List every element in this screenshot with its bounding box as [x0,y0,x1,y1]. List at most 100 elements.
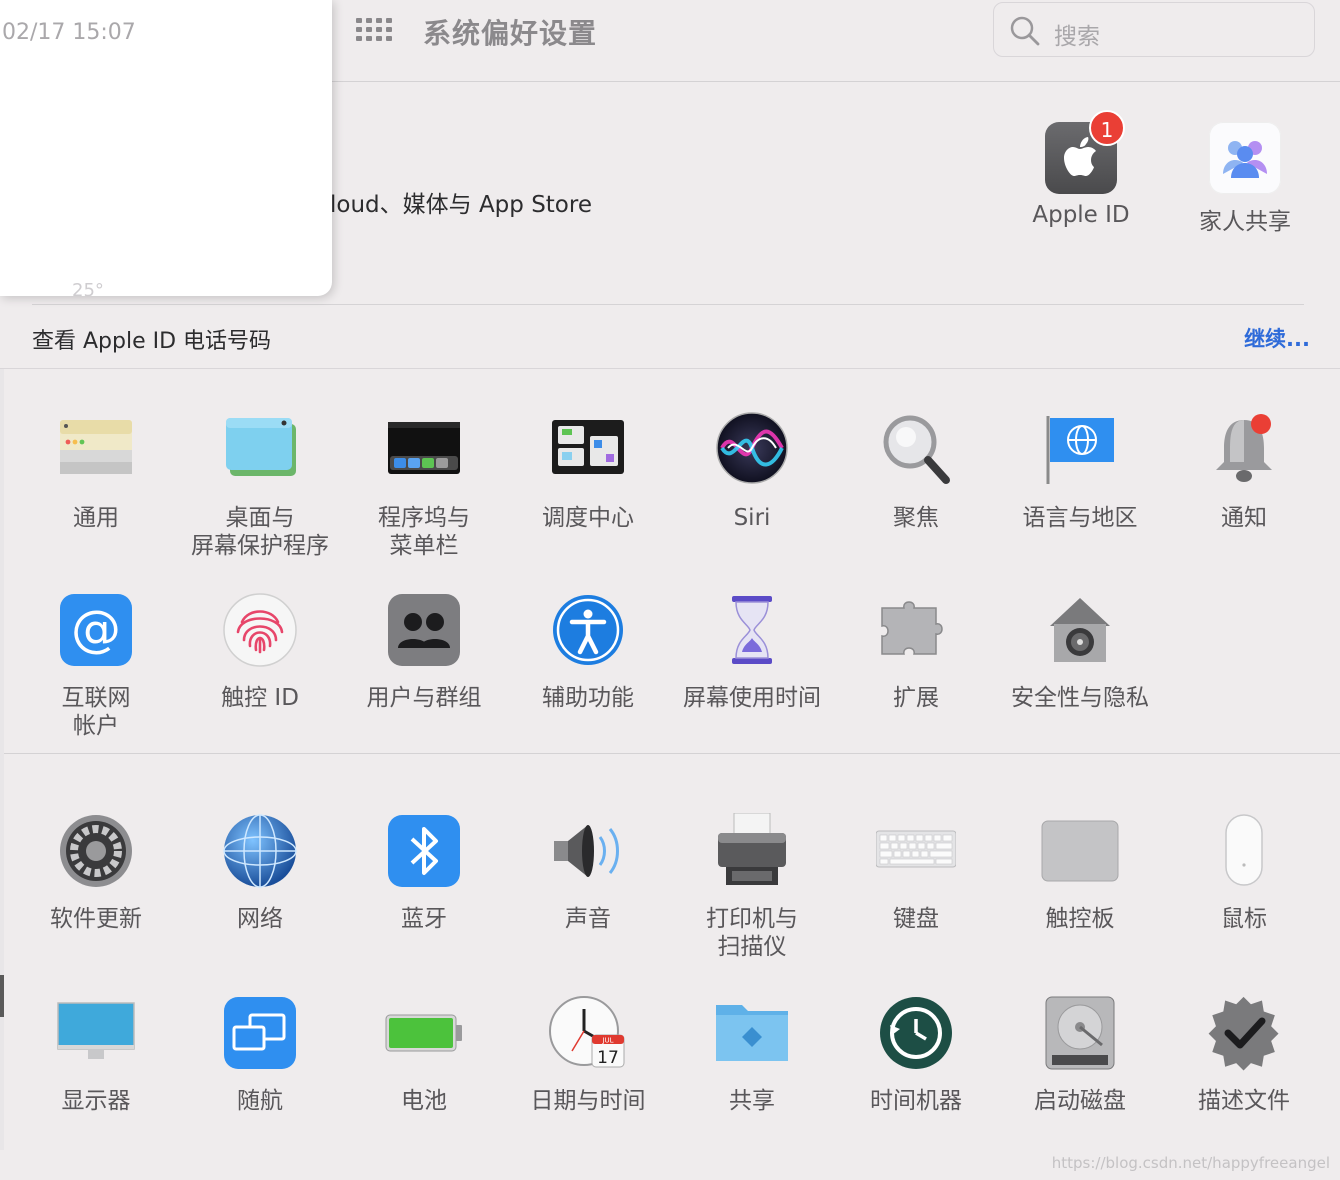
account-subtitle: loud、媒体与 App Store [330,192,592,218]
preferences-section-1: 通用 桌面与 屏幕保护程序 程序坞与 菜单栏 调度中心 Siri 聚焦 语言与地… [4,370,1340,754]
pref-label: 触控 ID [221,685,299,711]
pref-label: 蓝牙 [401,906,447,932]
pref-label: 描述文件 [1198,1088,1290,1114]
show-all-grid-button[interactable] [356,18,392,42]
grid-dot [386,27,392,32]
apple-id-label: Apple ID [1032,202,1130,228]
pref-mission-control[interactable]: 调度中心 [506,412,670,532]
sound-icon [548,813,628,893]
mission-control-icon [548,412,628,492]
pref-date-time[interactable]: JUL 17 日期与时间 [506,995,670,1115]
grid-dot [356,18,362,23]
security-privacy-icon [1040,592,1120,672]
pref-label: 通用 [73,505,119,531]
pref-startup-disk[interactable]: 启动磁盘 [998,995,1162,1115]
pref-time-machine[interactable]: 时间机器 [834,995,998,1115]
grid-dot [386,36,392,41]
grid-dot [366,27,372,32]
trackpad-icon [1040,813,1120,893]
pref-internet-accounts[interactable]: @ 互联网 帐户 [14,592,178,740]
search-placeholder: 搜索 [1054,24,1100,50]
pref-extensions[interactable]: 扩展 [834,592,998,712]
accessibility-icon [548,592,628,672]
pref-sidecar[interactable]: 随航 [178,995,342,1115]
pref-label: 键盘 [893,906,939,932]
time-machine-icon [876,995,956,1075]
pref-label: 共享 [729,1088,775,1114]
pref-keyboard[interactable]: 键盘 [834,813,998,933]
calendar-day: 17 [597,1048,619,1068]
pref-notifications[interactable]: 通知 [1162,412,1326,532]
pref-label: 鼠标 [1221,906,1267,932]
grid-dot [366,36,372,41]
printers-scanners-icon [712,812,792,893]
pref-displays[interactable]: 显示器 [14,995,178,1115]
pref-printers-scanners[interactable]: 打印机与 扫描仪 [670,812,834,961]
pref-label: 显示器 [61,1088,131,1114]
sharing-icon [712,995,792,1075]
pref-label: 程序坞与 菜单栏 [378,505,470,559]
search-field[interactable]: 搜索 [993,2,1315,57]
search-icon [1010,16,1040,46]
pref-label: 打印机与 扫描仪 [706,906,798,960]
startup-disk-icon [1040,995,1120,1075]
pref-touch-id[interactable]: 触控 ID [178,592,342,712]
pref-siri[interactable]: Siri [670,412,834,532]
pref-label: 网络 [237,906,283,932]
pref-security-privacy[interactable]: 安全性与隐私 [998,592,1162,712]
pref-mouse[interactable]: 鼠标 [1162,813,1326,933]
pref-label: 时间机器 [870,1088,962,1114]
grid-dot [366,18,372,23]
language-region-icon [1040,412,1120,492]
pref-label: 电池 [401,1088,447,1114]
pref-accessibility[interactable]: 辅助功能 [506,592,670,712]
pref-software-update[interactable]: 软件更新 [14,813,178,933]
pref-sharing[interactable]: 共享 [670,995,834,1115]
date-time-icon: JUL 17 [548,995,628,1075]
family-sharing-icon [1209,122,1281,194]
internet-accounts-icon: @ [56,592,136,672]
pref-label: 用户与群组 [366,685,482,711]
pref-label: 安全性与隐私 [1011,685,1149,711]
pref-spotlight[interactable]: 聚焦 [834,412,998,532]
pref-label: 聚焦 [893,505,939,531]
spotlight-icon [876,412,956,492]
apple-id-notice: 查看 Apple ID 电话号码 继续... [0,305,1340,369]
grid-dot [376,18,382,23]
overlay-panel: 02/17 15:07 25° [0,0,332,301]
pref-label: 辅助功能 [542,685,634,711]
calendar-month: JUL [601,1037,613,1045]
pref-profiles[interactable]: 描述文件 [1162,995,1326,1115]
apple-id-item[interactable]: 1 Apple ID [1006,110,1156,228]
pref-label: 互联网 帐户 [61,685,131,739]
pref-network[interactable]: 网络 [178,813,342,933]
pref-bluetooth[interactable]: 蓝牙 [342,813,506,933]
bluetooth-icon [384,813,464,893]
pref-battery[interactable]: 电池 [342,995,506,1115]
notice-text: 查看 Apple ID 电话号码 [32,329,272,354]
pref-dock-menubar[interactable]: 程序坞与 菜单栏 [342,412,506,560]
family-sharing-item[interactable]: 家人共享 [1170,122,1320,236]
pref-label: Siri [733,505,771,531]
pref-users-groups[interactable]: 用户与群组 [342,592,506,712]
pref-language-region[interactable]: 语言与地区 [998,412,1162,532]
pref-screen-time[interactable]: 屏幕使用时间 [670,592,834,712]
pref-trackpad[interactable]: 触控板 [998,813,1162,933]
pref-general[interactable]: 通用 [14,412,178,532]
pref-sound[interactable]: 声音 [506,813,670,933]
continue-link[interactable]: 继续... [1244,323,1310,353]
window-title: 系统偏好设置 [423,17,598,50]
family-sharing-label: 家人共享 [1199,209,1291,235]
pref-desktop-screensaver[interactable]: 桌面与 屏幕保护程序 [178,412,342,560]
mouse-icon [1204,813,1284,893]
keyboard-icon [875,813,957,893]
panel-time: 02/17 15:07 [2,20,136,45]
grid-dot [376,36,382,41]
pref-label: 屏幕使用时间 [683,685,821,711]
touch-id-icon [220,592,300,672]
network-icon [220,813,300,893]
profiles-icon [1204,995,1284,1075]
desktop-screensaver-icon [220,412,300,492]
pref-label: 随航 [237,1088,283,1114]
panel-fragment: 25° [72,280,104,301]
